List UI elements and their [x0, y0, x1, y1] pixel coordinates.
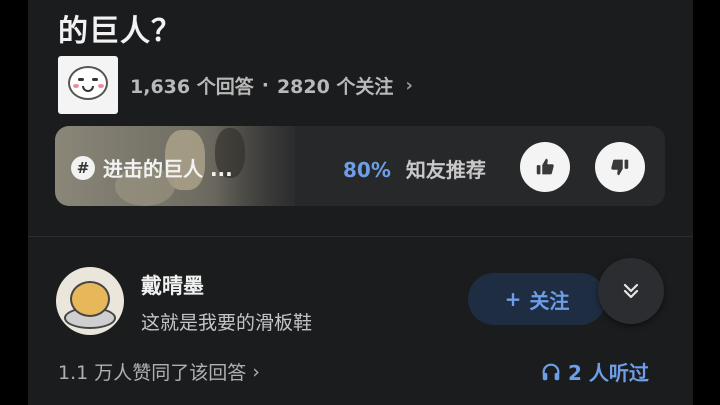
hash-icon: #: [71, 155, 95, 180]
answer-count: 1,636 个回答: [130, 75, 254, 98]
likes-summary[interactable]: 1.1 万人赞同了该回答 ›: [58, 358, 260, 385]
chevron-right-icon: ›: [252, 360, 260, 383]
question-stats[interactable]: 1,636 个回答 · 2820 个关注 ›: [130, 72, 413, 99]
answer-panel: 的巨人？ 1,636 个回答 · 2820 个关注 › # 进击的巨人 ... …: [28, 0, 693, 405]
stats-separator: ·: [261, 74, 269, 96]
section-divider: [28, 236, 693, 237]
listened-summary[interactable]: 2 人听过: [540, 357, 649, 386]
letterbox-right: [693, 0, 720, 405]
author-name[interactable]: 戴晴墨: [141, 270, 204, 300]
upvote-button[interactable]: [520, 142, 570, 192]
headphones-icon: [542, 363, 560, 380]
downvote-button[interactable]: [595, 142, 645, 192]
thumbs-up-icon: [536, 158, 554, 175]
collapse-button[interactable]: [598, 258, 664, 324]
letterbox-left: [0, 0, 28, 405]
plus-icon: +: [504, 287, 522, 311]
question-meta[interactable]: 1,636 个回答 · 2820 个关注 ›: [58, 56, 413, 114]
recommend-rating: 80% 知友推荐: [343, 154, 486, 183]
topic-card[interactable]: # 进击的巨人 ... 80% 知友推荐: [55, 126, 665, 206]
follow-button[interactable]: + 关注: [468, 273, 606, 325]
thumbs-down-icon: [611, 159, 629, 176]
chevron-right-icon: ›: [405, 74, 413, 96]
double-chevron-down-icon: [623, 283, 639, 299]
topic-link[interactable]: # 进击的巨人 ...: [71, 153, 233, 182]
follower-count: 2820 个关注: [276, 75, 394, 98]
author-avatar[interactable]: [56, 267, 124, 335]
likes-text: 1.1 万人赞同了该回答: [58, 362, 247, 384]
recommend-label: 知友推荐: [405, 158, 486, 182]
recommend-percent: 80%: [343, 158, 391, 182]
question-avatar: [58, 56, 118, 114]
author-bio: 这就是我要的滑板鞋: [141, 312, 313, 334]
follow-label: 关注: [529, 288, 570, 313]
listened-text: 2 人听过: [568, 361, 649, 385]
question-title[interactable]: 的巨人？: [58, 6, 182, 50]
topic-name: 进击的巨人 ...: [103, 157, 233, 181]
